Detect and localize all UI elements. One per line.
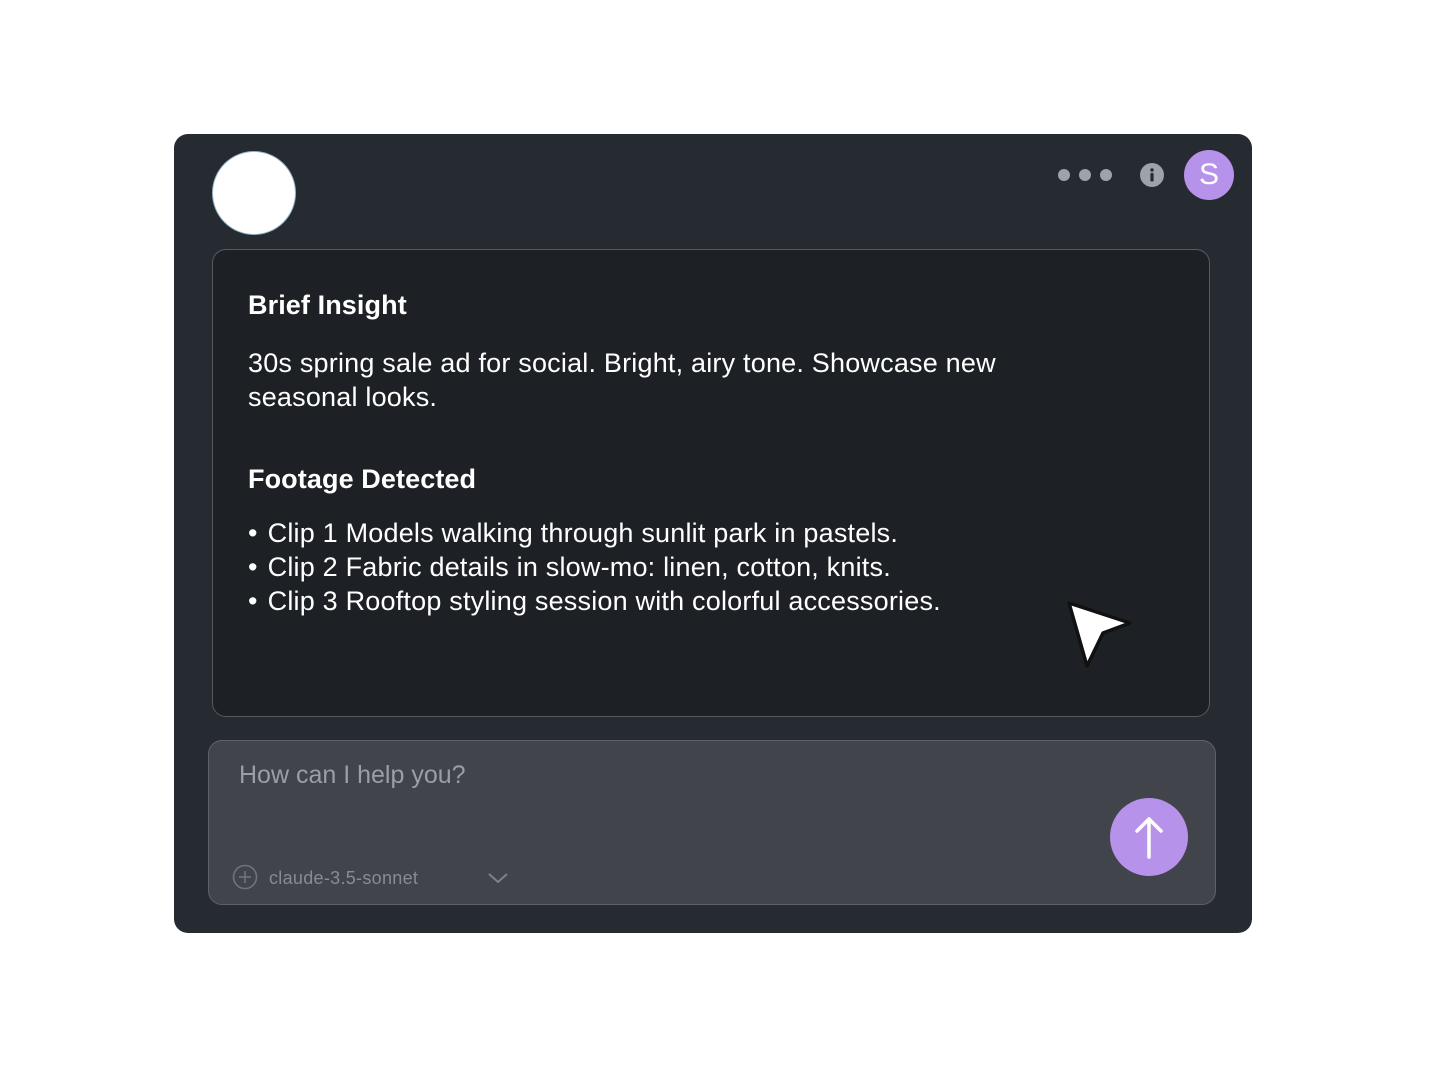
insight-card: Brief Insight 30s spring sale ad for soc… bbox=[212, 249, 1210, 717]
mouse-cursor-icon bbox=[1067, 601, 1132, 668]
clip-item: Clip 1 Models walking through sunlit par… bbox=[248, 516, 941, 550]
clip-item: Clip 3 Rooftop styling session with colo… bbox=[248, 584, 941, 618]
model-selector[interactable]: claude-3.5-sonnet bbox=[269, 864, 519, 892]
model-name: claude-3.5-sonnet bbox=[269, 867, 419, 888]
plus-circle-icon[interactable] bbox=[232, 864, 258, 890]
more-options-button[interactable] bbox=[1058, 169, 1112, 181]
send-button[interactable] bbox=[1110, 798, 1188, 876]
user-avatar[interactable]: S bbox=[1184, 150, 1234, 200]
chevron-down-icon bbox=[488, 873, 508, 884]
composer: claude-3.5-sonnet bbox=[208, 740, 1216, 905]
prompt-input[interactable] bbox=[239, 755, 1079, 795]
avatar-initial: S bbox=[1198, 158, 1219, 191]
more-dot-icon bbox=[1079, 169, 1091, 181]
brief-insight-body: 30s spring sale ad for social. Bright, a… bbox=[248, 348, 996, 412]
arrow-up-icon bbox=[1135, 817, 1163, 859]
clip-item: Clip 2 Fabric details in slow-mo: linen,… bbox=[248, 550, 941, 584]
footage-detected-title: Footage Detected bbox=[248, 464, 477, 494]
more-dot-icon bbox=[1100, 169, 1112, 181]
more-dot-icon bbox=[1058, 169, 1070, 181]
clip-list: Clip 1 Models walking through sunlit par… bbox=[248, 516, 941, 618]
brief-insight-title: Brief Insight bbox=[248, 290, 407, 320]
app-window: S Brief Insight 30s spring sale ad for s… bbox=[174, 134, 1252, 933]
info-icon[interactable] bbox=[1140, 163, 1164, 187]
logo-avatar bbox=[212, 151, 296, 235]
header-actions: S bbox=[1058, 150, 1234, 200]
